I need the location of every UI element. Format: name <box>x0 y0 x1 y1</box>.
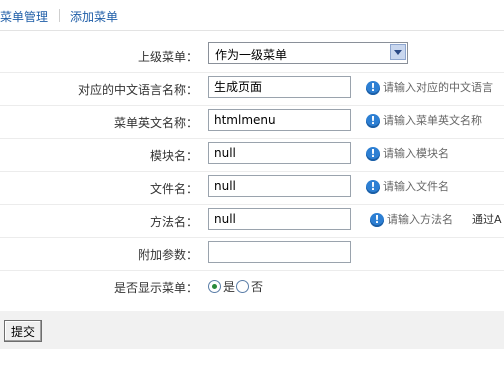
method-hint-text: 请输入方法名 <box>387 213 453 226</box>
radio-yes[interactable] <box>208 280 221 293</box>
file-hint-text: 请输入文件名 <box>383 180 449 193</box>
form-footer: 提交 <box>0 311 504 349</box>
tab-add-menu[interactable]: 添加菜单 <box>70 8 118 25</box>
row-show-menu: 是否显示菜单： 是否 <box>0 270 504 303</box>
method-input[interactable] <box>208 208 351 230</box>
en-name-label: 菜单英文名称： <box>113 116 198 130</box>
chevron-down-icon[interactable] <box>390 44 406 60</box>
row-parent-menu: 上级菜单： 作为一级菜单 <box>0 39 504 73</box>
row-params: 附加参数： <box>0 237 504 271</box>
row-en-name: 菜单英文名称： !请输入菜单英文名称 <box>0 105 504 139</box>
cn-name-hint: ! 请输入对应的中文语言 <box>366 79 493 95</box>
params-label: 附加参数： <box>137 248 198 262</box>
row-method: 方法名： !请输入方法名 通过A <box>0 204 504 238</box>
row-cn-name: 对应的中文语言名称： !请输入对应的中文语言 <box>0 72 504 106</box>
en-name-hint-text: 请输入菜单英文名称 <box>383 114 482 127</box>
submit-button[interactable]: 提交 <box>4 320 42 342</box>
row-file: 文件名： !请输入文件名 <box>0 171 504 205</box>
parent-menu-selected: 作为一级菜单 <box>215 48 288 62</box>
show-menu-radio-group: 是否 <box>208 278 264 295</box>
module-hint-text: 请输入模块名 <box>383 147 449 160</box>
module-hint: ! 请输入模块名 <box>366 145 449 161</box>
tab-separator <box>59 9 60 22</box>
radio-no[interactable] <box>236 280 250 293</box>
tab-menu-management[interactable]: 菜单管理 <box>0 8 48 25</box>
info-icon: ! <box>370 213 384 227</box>
parent-menu-label: 上级菜单： <box>137 50 198 64</box>
info-icon: ! <box>366 81 380 95</box>
method-hint: ! 请输入方法名 <box>370 211 453 227</box>
file-hint: ! 请输入文件名 <box>366 178 449 194</box>
module-label: 模块名： <box>149 149 198 163</box>
module-input[interactable] <box>208 142 351 164</box>
radio-yes-label[interactable]: 是 <box>223 280 235 294</box>
cn-name-hint-text: 请输入对应的中文语言 <box>383 81 493 94</box>
file-label: 文件名： <box>149 182 198 196</box>
radio-no-label[interactable]: 否 <box>251 280 263 294</box>
en-name-input[interactable] <box>208 109 351 131</box>
parent-menu-select[interactable]: 作为一级菜单 <box>208 42 408 64</box>
method-extra-text: 通过A <box>472 213 502 226</box>
row-module: 模块名： !请输入模块名 <box>0 138 504 172</box>
info-icon: ! <box>366 147 380 161</box>
method-label: 方法名： <box>149 215 198 229</box>
info-icon: ! <box>366 180 380 194</box>
tab-bar: 菜单管理 添加菜单 <box>0 0 504 31</box>
en-name-hint: ! 请输入菜单英文名称 <box>366 112 482 128</box>
params-input[interactable] <box>208 241 351 263</box>
file-input[interactable] <box>208 175 351 197</box>
cn-name-label: 对应的中文语言名称： <box>77 83 198 97</box>
info-icon: ! <box>366 114 380 128</box>
cn-name-input[interactable] <box>208 76 351 98</box>
show-menu-label: 是否显示菜单： <box>113 281 198 295</box>
